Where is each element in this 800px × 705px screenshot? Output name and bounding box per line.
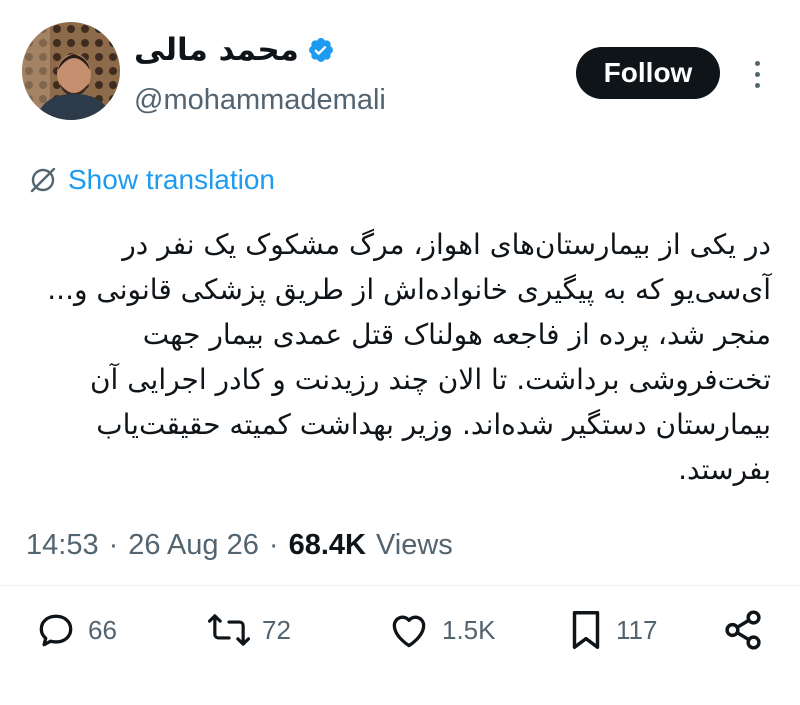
show-translation-link[interactable]: Show translation (28, 160, 275, 200)
repost-count: 72 (262, 614, 291, 645)
more-icon[interactable] (742, 52, 772, 96)
bookmark-icon (572, 611, 600, 649)
tweet-text: در یکی از بیمارستان‌های اهواز، مرگ مشکوک… (47, 228, 771, 486)
like-icon (392, 615, 426, 648)
bookmark-button[interactable]: 117 (566, 600, 657, 660)
repost-button[interactable]: 72 (206, 600, 291, 660)
views-label: Views (375, 528, 453, 561)
views-count: 68.4K (288, 528, 366, 561)
translate-globe-icon (30, 167, 56, 193)
tweet-card: محمد مالی @mohammademali Follow Show tra… (0, 0, 800, 705)
show-translation-label: Show translation (68, 164, 276, 195)
verified-badge-icon (307, 36, 335, 64)
repost-icon (207, 614, 251, 646)
divider (0, 585, 800, 586)
tweet-date[interactable]: 26 Aug 26 (128, 529, 259, 562)
meta-separator: · (268, 528, 279, 561)
meta-separator: · (108, 528, 119, 561)
author-name-row: محمد مالی (134, 30, 335, 70)
author-display-name[interactable]: محمد مالی (134, 32, 299, 68)
like-button[interactable]: 1.5K (386, 600, 496, 660)
reply-icon (39, 614, 73, 647)
action-bar: 66 72 1.5K 117 (0, 600, 800, 660)
author-handle[interactable]: @mohammademali (134, 84, 386, 117)
bookmark-count: 117 (616, 614, 658, 645)
reply-button[interactable]: 66 (34, 600, 117, 660)
avatar[interactable] (22, 22, 120, 120)
reply-count: 66 (88, 614, 117, 645)
share-icon (725, 610, 761, 650)
tweet-meta: 14:53 · 26 Aug 26 · 68.4K Views (26, 522, 453, 568)
like-count: 1.5K (442, 614, 496, 645)
tweet-time[interactable]: 14:53 (26, 529, 99, 562)
follow-button[interactable]: Follow (576, 47, 720, 99)
share-button[interactable] (720, 600, 766, 660)
